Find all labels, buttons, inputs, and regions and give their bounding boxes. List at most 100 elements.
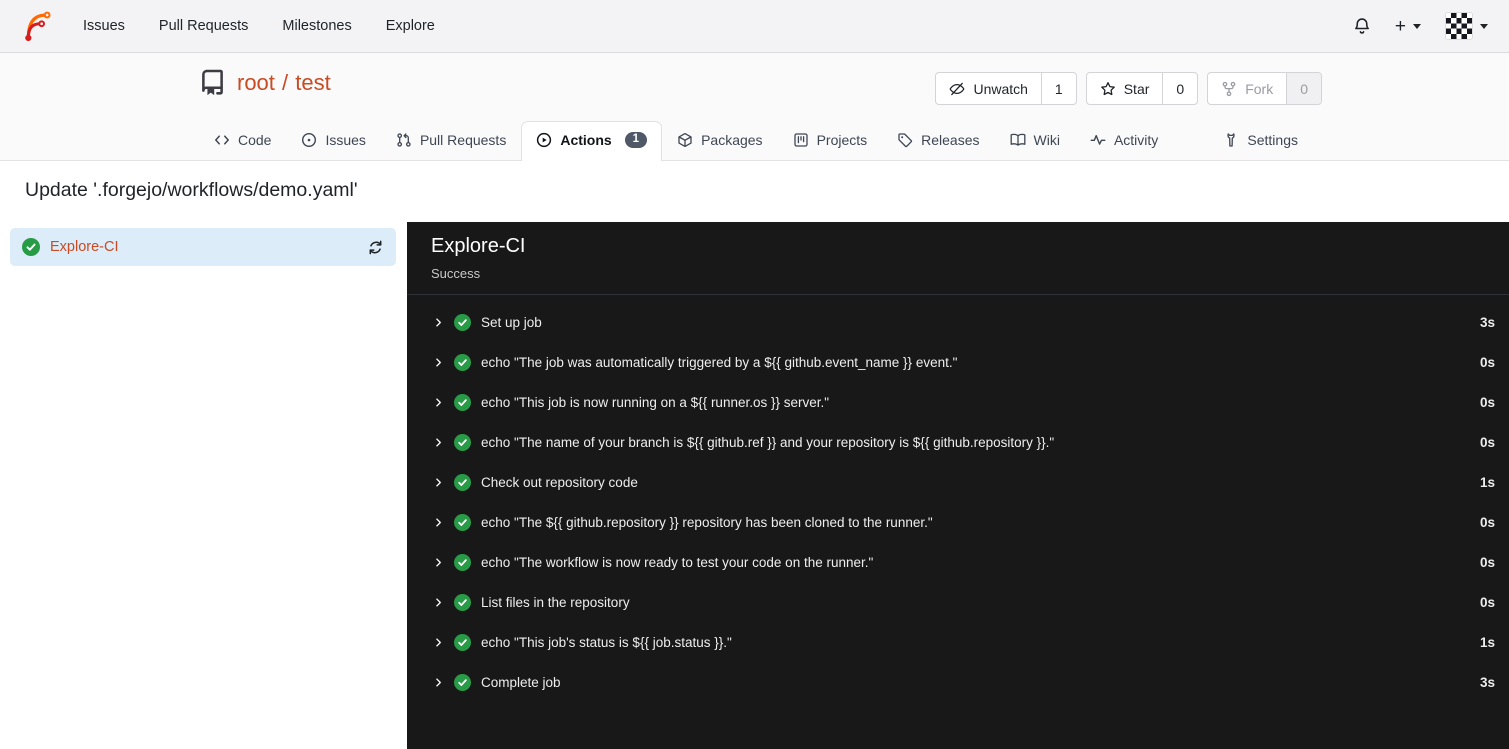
step-name: echo "This job is now running on a ${{ r… bbox=[481, 394, 830, 410]
check-circle-icon bbox=[454, 353, 471, 371]
chevron-right-icon[interactable] bbox=[432, 516, 445, 529]
primary-nav: Issues Pull Requests Milestones Explore bbox=[66, 18, 452, 34]
tab-code[interactable]: Code bbox=[199, 121, 286, 160]
check-circle-icon bbox=[454, 393, 471, 411]
check-circle-icon bbox=[454, 553, 471, 571]
chevron-right-icon[interactable] bbox=[432, 396, 445, 409]
nav-pull-requests[interactable]: Pull Requests bbox=[142, 18, 265, 34]
eye-slash-icon bbox=[949, 82, 965, 95]
stars-count[interactable]: 0 bbox=[1162, 73, 1197, 104]
forgejo-logo-icon bbox=[25, 11, 51, 41]
tab-wiki[interactable]: Wiki bbox=[995, 121, 1075, 160]
step-name: List files in the repository bbox=[481, 594, 630, 610]
chevron-right-icon[interactable] bbox=[432, 556, 445, 569]
bell-icon bbox=[1354, 18, 1369, 34]
steps-list: Set up job 3s echo "The job was automati… bbox=[407, 295, 1509, 702]
nav-explore[interactable]: Explore bbox=[369, 18, 452, 34]
tab-releases[interactable]: Releases bbox=[882, 121, 994, 160]
job-status: Success bbox=[431, 266, 481, 281]
repo-tabs-right: Settings bbox=[1208, 121, 1313, 160]
step-row[interactable]: echo "The workflow is now ready to test … bbox=[407, 542, 1509, 582]
step-row[interactable]: echo "The job was automatically triggere… bbox=[407, 342, 1509, 382]
step-name: Complete job bbox=[481, 674, 561, 690]
tab-actions-label: Actions bbox=[560, 131, 612, 148]
tab-code-label: Code bbox=[238, 132, 272, 148]
chevron-right-icon[interactable] bbox=[432, 356, 445, 369]
tab-settings[interactable]: Settings bbox=[1208, 121, 1313, 160]
tab-activity-label: Activity bbox=[1113, 132, 1159, 148]
tab-packages[interactable]: Packages bbox=[662, 121, 777, 160]
tab-projects[interactable]: Projects bbox=[778, 121, 883, 160]
step-row[interactable]: Complete job 3s bbox=[407, 662, 1509, 702]
step-row[interactable]: echo "The ${{ github.repository }} repos… bbox=[407, 502, 1509, 542]
job-item-label: Explore-CI bbox=[50, 239, 119, 255]
step-duration: 0s bbox=[1479, 514, 1495, 530]
step-name: echo "The ${{ github.repository }} repos… bbox=[481, 514, 933, 530]
step-duration: 0s bbox=[1479, 394, 1495, 410]
step-name: echo "The name of your branch is ${{ git… bbox=[481, 434, 1055, 450]
step-name: Check out repository code bbox=[481, 474, 638, 490]
step-row[interactable]: List files in the repository 0s bbox=[407, 582, 1509, 622]
tag-icon bbox=[898, 133, 913, 148]
repo-title: root / test bbox=[199, 69, 331, 96]
star-label: Star bbox=[1123, 80, 1150, 97]
repo-owner-link[interactable]: root bbox=[237, 70, 275, 95]
step-duration: 3s bbox=[1479, 314, 1495, 330]
step-row[interactable]: echo "This job is now running on a ${{ r… bbox=[407, 382, 1509, 422]
tab-actions[interactable]: Actions 1 bbox=[521, 120, 663, 161]
code-icon bbox=[215, 135, 229, 145]
chevron-right-icon[interactable] bbox=[432, 316, 445, 329]
chevron-right-icon[interactable] bbox=[432, 436, 445, 449]
step-row[interactable]: echo "The name of your branch is ${{ git… bbox=[407, 422, 1509, 462]
chevron-right-icon[interactable] bbox=[432, 676, 445, 689]
wrench-icon bbox=[1227, 133, 1236, 147]
repo-name-link[interactable]: test bbox=[295, 70, 330, 95]
step-row[interactable]: echo "This job's status is ${{ job.statu… bbox=[407, 622, 1509, 662]
star-icon bbox=[1100, 81, 1115, 95]
tab-issues-label: Issues bbox=[325, 132, 366, 148]
fork-button[interactable]: Fork bbox=[1208, 73, 1286, 104]
star-button-group: Star 0 bbox=[1085, 72, 1199, 105]
pulse-icon bbox=[1090, 135, 1106, 145]
watch-button-group: Unwatch 1 bbox=[935, 72, 1077, 105]
fork-icon bbox=[1222, 81, 1236, 96]
check-circle-icon bbox=[22, 238, 40, 256]
play-circle-icon bbox=[537, 132, 552, 147]
job-log-panel: Explore-CI Success Set up job 3s echo "T… bbox=[407, 222, 1509, 749]
refresh-job-button[interactable] bbox=[367, 239, 384, 256]
issue-circle-icon bbox=[302, 132, 317, 148]
star-button[interactable]: Star bbox=[1087, 73, 1163, 104]
tab-pull-requests[interactable]: Pull Requests bbox=[381, 121, 521, 160]
sidebar-job-explore-ci[interactable]: Explore-CI bbox=[10, 228, 396, 266]
chevron-right-icon[interactable] bbox=[432, 476, 445, 489]
tab-wiki-label: Wiki bbox=[1033, 132, 1060, 148]
tab-activity[interactable]: Activity bbox=[1075, 121, 1173, 160]
project-board-icon bbox=[793, 133, 808, 147]
step-name: echo "The job was automatically triggere… bbox=[481, 354, 958, 370]
chevron-right-icon[interactable] bbox=[432, 596, 445, 609]
check-circle-icon bbox=[454, 513, 471, 531]
notifications-button[interactable] bbox=[1353, 17, 1371, 35]
unwatch-button[interactable]: Unwatch bbox=[936, 73, 1040, 104]
step-duration: 0s bbox=[1479, 594, 1495, 610]
nav-milestones[interactable]: Milestones bbox=[265, 18, 368, 34]
tab-issues[interactable]: Issues bbox=[286, 121, 380, 160]
check-circle-icon bbox=[454, 633, 471, 651]
avatar bbox=[1445, 12, 1473, 40]
nav-issues[interactable]: Issues bbox=[66, 18, 142, 34]
user-menu[interactable] bbox=[1445, 12, 1488, 40]
navbar-right: + bbox=[1353, 12, 1488, 40]
step-duration: 0s bbox=[1479, 554, 1495, 570]
step-row[interactable]: Check out repository code 1s bbox=[407, 462, 1509, 502]
forgejo-logo[interactable] bbox=[21, 9, 54, 44]
step-duration: 0s bbox=[1479, 434, 1495, 450]
create-new-dropdown[interactable]: + bbox=[1395, 17, 1421, 36]
step-row[interactable]: Set up job 3s bbox=[407, 302, 1509, 342]
top-navbar: Issues Pull Requests Milestones Explore … bbox=[0, 0, 1509, 53]
page-title: Update '.forgejo/workflows/demo.yaml' bbox=[25, 179, 358, 201]
chevron-right-icon[interactable] bbox=[432, 636, 445, 649]
watchers-count[interactable]: 1 bbox=[1040, 73, 1076, 104]
forks-count[interactable]: 0 bbox=[1286, 73, 1321, 104]
step-duration: 1s bbox=[1479, 634, 1495, 650]
check-circle-icon bbox=[454, 593, 471, 611]
